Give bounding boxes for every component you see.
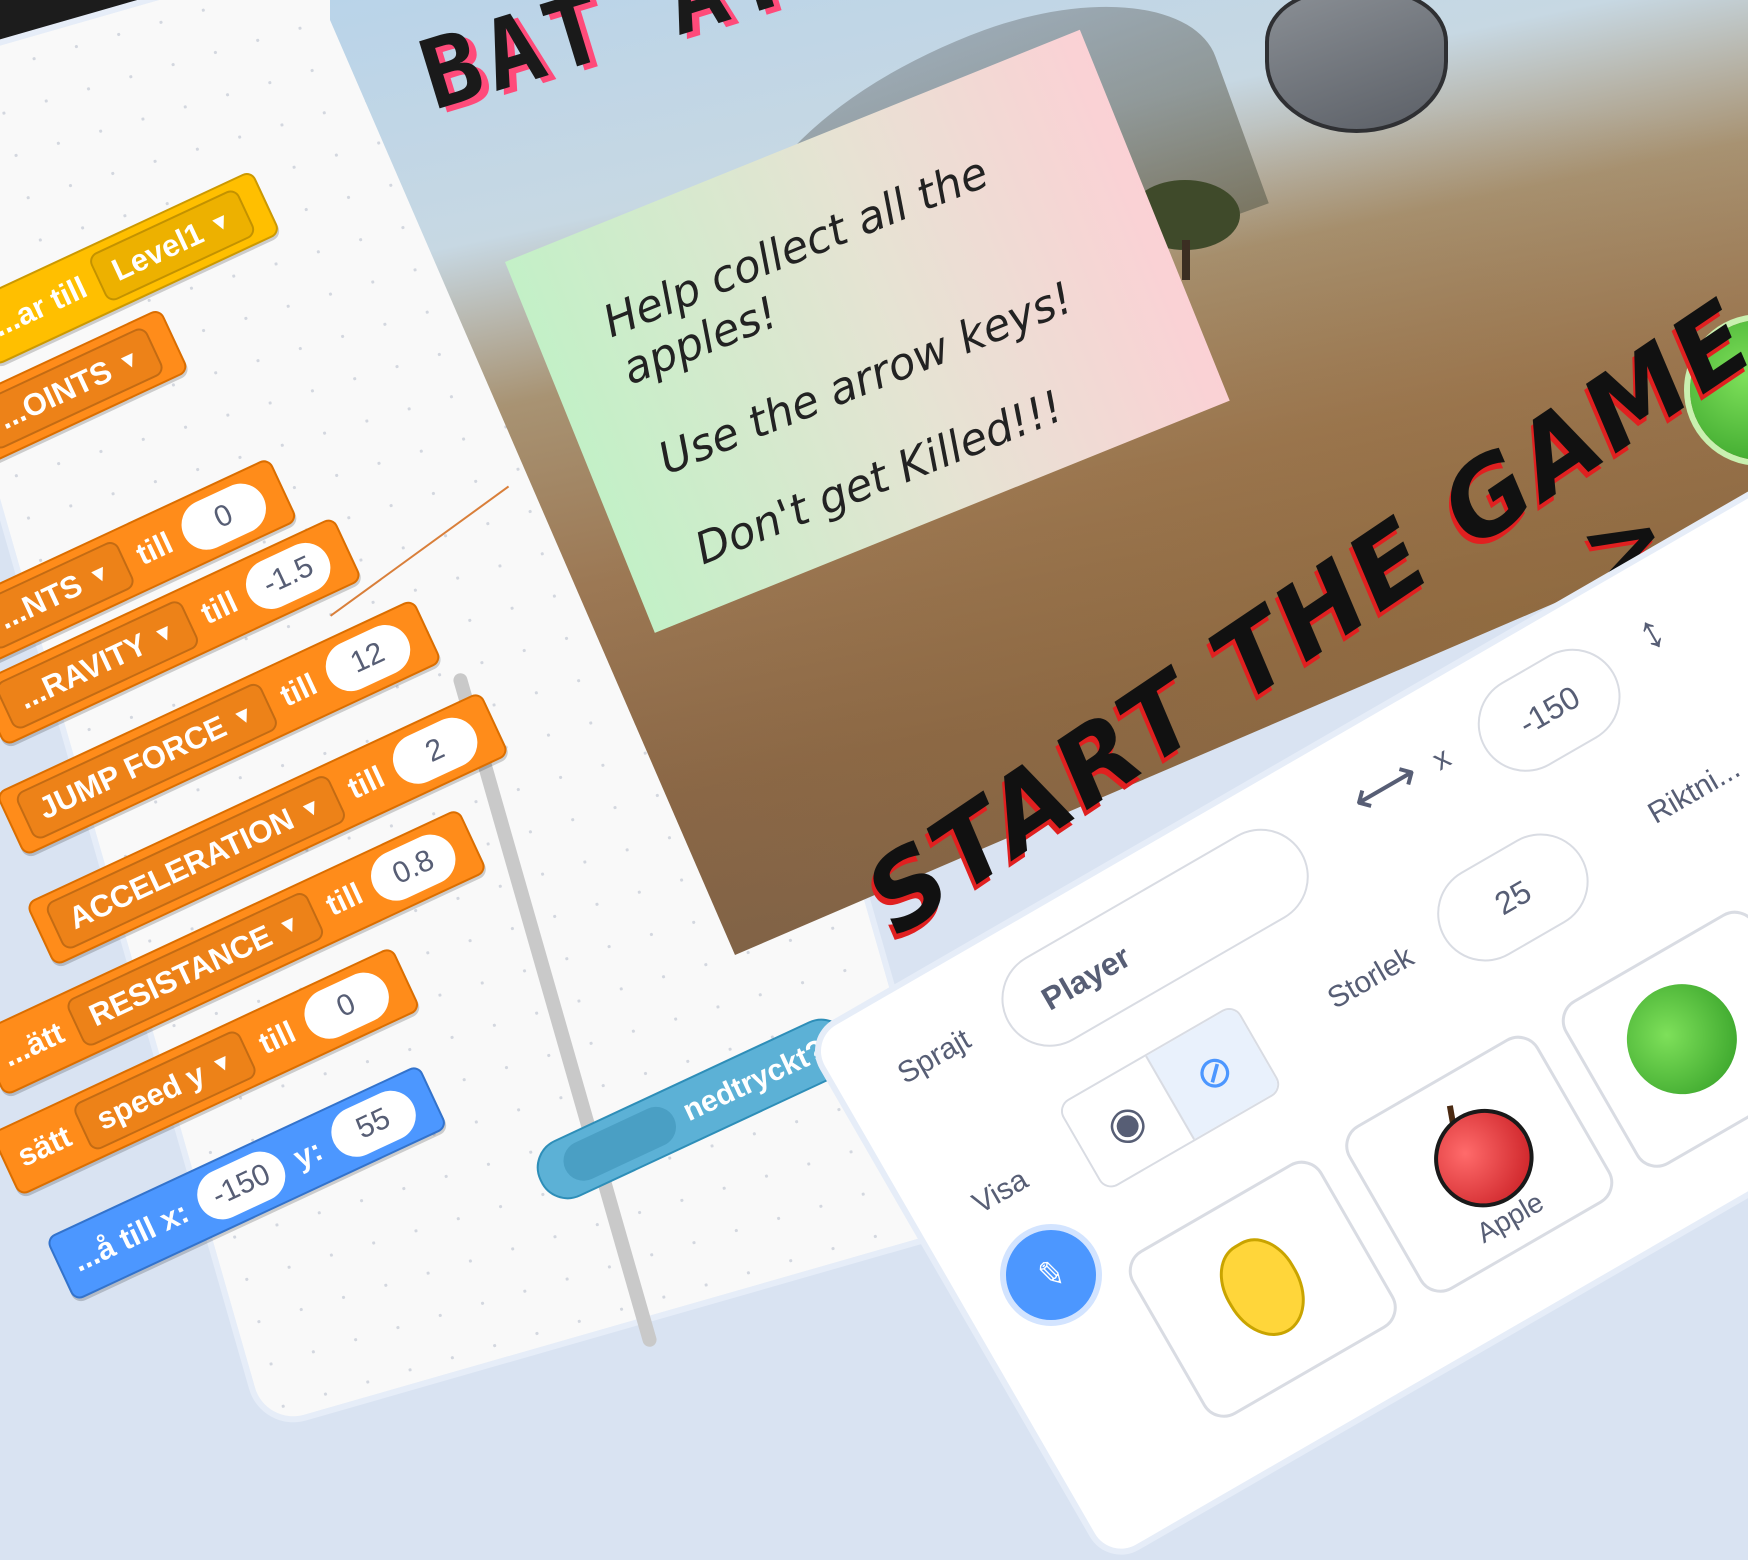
caret-icon: ▼ [148, 617, 180, 650]
sprite-label: Sprajt [891, 1022, 977, 1091]
till-label: till [195, 584, 243, 632]
till-label: till [253, 1014, 301, 1062]
till-label: till [274, 666, 323, 714]
block-text: ...ätt [0, 1014, 70, 1074]
block-text: sätt [11, 1118, 77, 1174]
caret-icon: ▼ [83, 558, 115, 591]
horizontal-arrows-icon: ⟷ [1341, 746, 1429, 828]
green-button-thumbnail [1606, 964, 1748, 1115]
direction-label: Riktni... [1642, 751, 1746, 831]
choose-sprite-icon[interactable]: ✎ [1000, 1224, 1102, 1326]
caret-icon: ▼ [273, 909, 305, 941]
caret-icon: ▼ [113, 344, 144, 377]
till-label: till [130, 524, 179, 572]
caret-icon: ▼ [295, 792, 326, 825]
sprite-tile-apple[interactable]: Apple [1336, 1026, 1623, 1302]
caret-icon: ▼ [205, 206, 236, 239]
background-tree-trunk [1182, 240, 1190, 280]
size-label: Storlek [1322, 940, 1420, 1016]
x-input[interactable]: -150 [1460, 631, 1639, 790]
block-text: ...å till x: [66, 1194, 195, 1279]
vertical-arrows-icon: ↕ [1627, 603, 1675, 662]
x-label: x [1426, 740, 1457, 778]
caret-icon: ▼ [228, 699, 259, 732]
pear-thumbnail [1204, 1224, 1322, 1352]
y-label: y: [288, 1132, 328, 1176]
show-label: Visa [966, 1162, 1034, 1221]
caret-icon: ▼ [206, 1047, 237, 1080]
